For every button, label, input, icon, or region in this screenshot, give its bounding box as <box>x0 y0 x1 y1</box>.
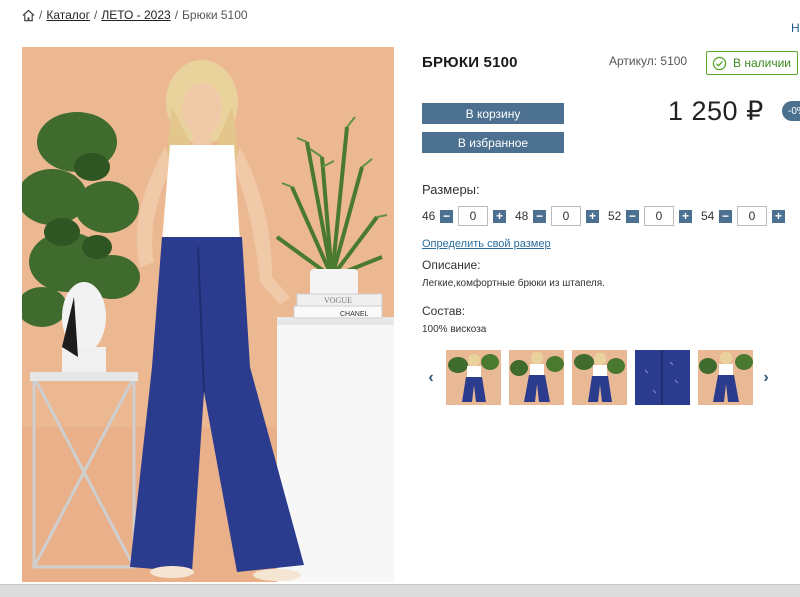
size-value: 52 <box>608 209 622 223</box>
breadcrumb-catalog[interactable]: Каталог <box>46 8 90 22</box>
define-size-link[interactable]: Определить свой размер <box>422 238 551 250</box>
horizontal-scrollbar[interactable] <box>0 584 800 597</box>
discount-badge: -0% <box>782 101 800 121</box>
top-right-link[interactable]: Н <box>791 21 800 35</box>
size-value: 48 <box>515 209 529 223</box>
description-label: Описание: <box>422 258 481 272</box>
breadcrumb-separator: / <box>39 8 43 22</box>
quantity-input[interactable]: 0 <box>644 206 674 226</box>
thumbnail-image[interactable] <box>446 350 501 405</box>
composition-label: Состав: <box>422 304 466 318</box>
minus-button[interactable]: − <box>533 209 546 223</box>
photo-book-text: CHANEL <box>340 311 369 318</box>
stock-status-label: В наличии <box>733 56 792 70</box>
thumbnail-image[interactable] <box>509 350 564 405</box>
description-text: Легкие,комфортные брюки из штапеля. <box>422 278 605 289</box>
sizes-label: Размеры: <box>422 182 480 197</box>
check-circle-icon <box>712 56 727 70</box>
chevron-left-icon[interactable]: ‹ <box>424 367 438 389</box>
size-group-54: 54 − 0 + <box>701 206 785 226</box>
minus-button[interactable]: − <box>626 209 639 223</box>
stock-status-badge: В наличии <box>706 51 798 75</box>
thumbnail-image[interactable] <box>635 350 690 405</box>
breadcrumb-separator: / <box>174 8 179 22</box>
photo-book-text: VOGUE <box>324 296 352 305</box>
thumbnail-image[interactable] <box>698 350 753 405</box>
product-sku: Артикул: 5100 <box>609 54 688 68</box>
size-group-48: 48 − 0 + <box>515 206 599 226</box>
plus-button[interactable]: + <box>493 209 506 223</box>
product-main-image[interactable]: VOGUE CHANEL <box>22 47 394 582</box>
quantity-input[interactable]: 0 <box>551 206 581 226</box>
add-to-cart-button[interactable]: В корзину <box>422 103 564 124</box>
composition-text: 100% вискоза <box>422 324 487 335</box>
breadcrumb: / Каталог / ЛЕТО - 2023 / Брюки 5100 <box>22 8 248 22</box>
minus-button[interactable]: − <box>440 209 453 223</box>
chevron-right-icon[interactable]: › <box>759 367 773 389</box>
product-title: БРЮКИ 5100 <box>422 54 518 71</box>
thumbnail-carousel: ‹ › <box>424 350 773 405</box>
size-group-46: 46 − 0 + <box>422 206 506 226</box>
plus-button[interactable]: + <box>772 209 785 223</box>
product-price: 1 250 ₽ <box>668 96 764 126</box>
home-icon[interactable] <box>22 9 35 22</box>
plus-button[interactable]: + <box>586 209 599 223</box>
thumbnail-image[interactable] <box>572 350 627 405</box>
add-to-favorites-button[interactable]: В избранное <box>422 132 564 153</box>
breadcrumb-current: Брюки 5100 <box>182 8 248 22</box>
size-group-52: 52 − 0 + <box>608 206 692 226</box>
size-value: 54 <box>701 209 715 223</box>
quantity-input[interactable]: 0 <box>737 206 767 226</box>
breadcrumb-separator: / <box>93 8 98 22</box>
sizes-selector: 46 − 0 + 48 − 0 + 52 − 0 + 54 − 0 + <box>422 206 794 226</box>
breadcrumb-summer-2023[interactable]: ЛЕТО - 2023 <box>101 8 170 22</box>
minus-button[interactable]: − <box>719 209 732 223</box>
size-value: 46 <box>422 209 436 223</box>
quantity-input[interactable]: 0 <box>458 206 488 226</box>
plus-button[interactable]: + <box>679 209 692 223</box>
